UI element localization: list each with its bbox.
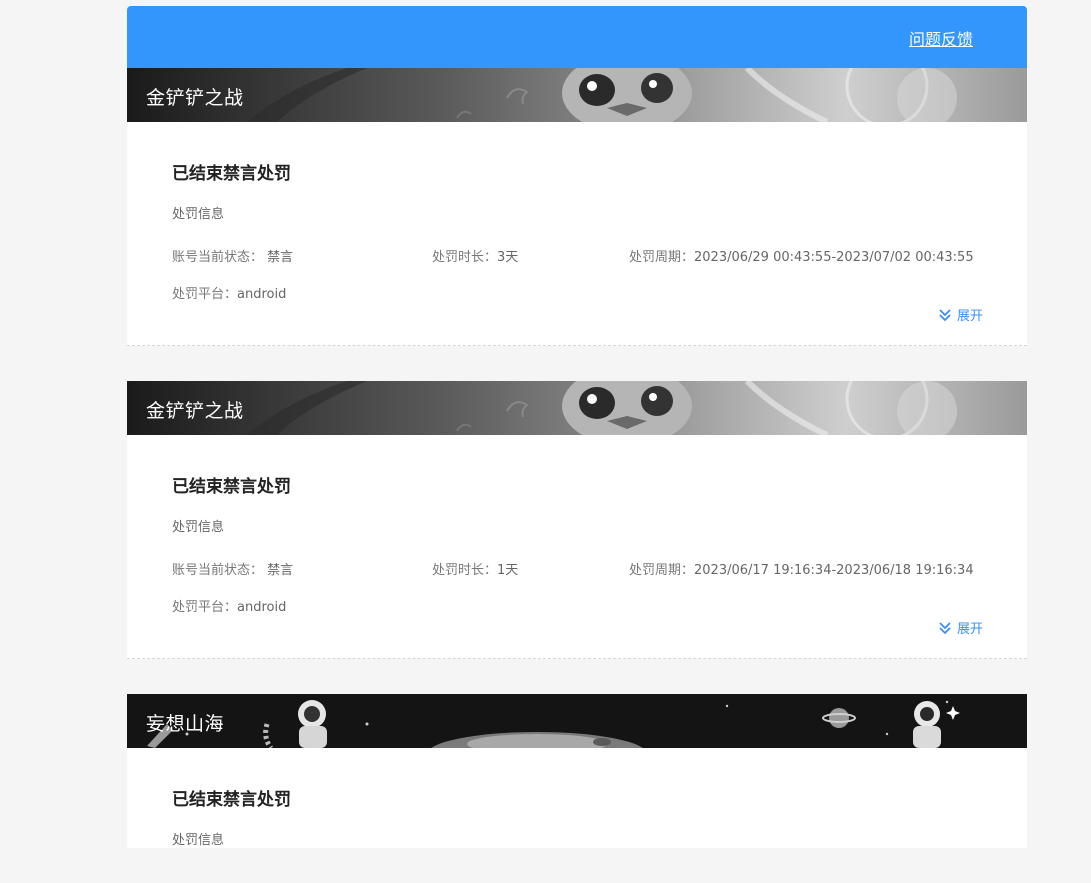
punishment-platform: 处罚平台：android bbox=[172, 287, 287, 302]
punishment-info-heading: 处罚信息 bbox=[172, 520, 225, 535]
expand-button[interactable]: 展开 bbox=[938, 618, 983, 637]
punishment-duration: 处罚时长：3天 bbox=[432, 250, 519, 265]
record-details: 已结束禁言处罚 处罚信息 账号当前状态： 禁言 处罚时长：3天 处罚周期：202… bbox=[127, 122, 1027, 346]
top-header-bar: 问题反馈 bbox=[127, 6, 1027, 68]
punishment-status-title: 已结束禁言处罚 bbox=[172, 790, 291, 810]
punishment-period: 处罚周期：2023/06/17 19:16:34-2023/06/18 19:1… bbox=[629, 563, 974, 578]
game-banner: 金铲铲之战 bbox=[127, 68, 1027, 122]
double-chevron-down-icon bbox=[939, 621, 951, 634]
double-chevron-down-icon bbox=[939, 308, 951, 321]
penguin-banner-art-icon bbox=[127, 381, 1027, 435]
punishment-duration: 处罚时长：1天 bbox=[432, 563, 519, 578]
game-banner: 金铲铲之战 bbox=[127, 381, 1027, 435]
expand-button[interactable]: 展开 bbox=[938, 305, 983, 324]
astronaut-banner-art-icon bbox=[127, 694, 1027, 748]
account-status: 账号当前状态： 禁言 bbox=[172, 563, 294, 578]
punishment-records-panel: 问题反馈 金铲铲之战 已结束禁言处罚 处罚信息 账号当前状态： 禁言 处罚时长：… bbox=[127, 6, 1027, 883]
punishment-status-title: 已结束禁言处罚 bbox=[172, 164, 291, 184]
punishment-platform: 处罚平台：android bbox=[172, 600, 287, 615]
punishment-period: 处罚周期：2023/06/29 00:43:55-2023/07/02 00:4… bbox=[629, 250, 974, 265]
punishment-status-title: 已结束禁言处罚 bbox=[172, 477, 291, 497]
feedback-link[interactable]: 问题反馈 bbox=[909, 26, 973, 50]
punishment-record-card: 金铲铲之战 已结束禁言处罚 处罚信息 账号当前状态： 禁言 处罚时长：3天 处罚… bbox=[127, 68, 1027, 346]
game-name: 金铲铲之战 bbox=[146, 400, 244, 422]
punishment-info-heading: 处罚信息 bbox=[172, 207, 225, 222]
game-banner: 妄想山海 bbox=[127, 694, 1027, 748]
punishment-info-heading: 处罚信息 bbox=[172, 833, 225, 848]
penguin-banner-art-icon bbox=[127, 68, 1027, 122]
game-name: 妄想山海 bbox=[146, 713, 225, 735]
record-details: 已结束禁言处罚 处罚信息 账号当前状态： 禁言 处罚时长：1天 处罚周期：202… bbox=[127, 435, 1027, 659]
record-details: 已结束禁言处罚 处罚信息 bbox=[127, 748, 1027, 848]
account-status: 账号当前状态： 禁言 bbox=[172, 250, 294, 265]
punishment-record-card: 金铲铲之战 已结束禁言处罚 处罚信息 账号当前状态： 禁言 处罚时长：1天 处罚… bbox=[127, 381, 1027, 659]
punishment-record-card: 妄想山海 已结束禁言处罚 处罚信息 bbox=[127, 694, 1027, 848]
game-name: 金铲铲之战 bbox=[146, 87, 244, 109]
